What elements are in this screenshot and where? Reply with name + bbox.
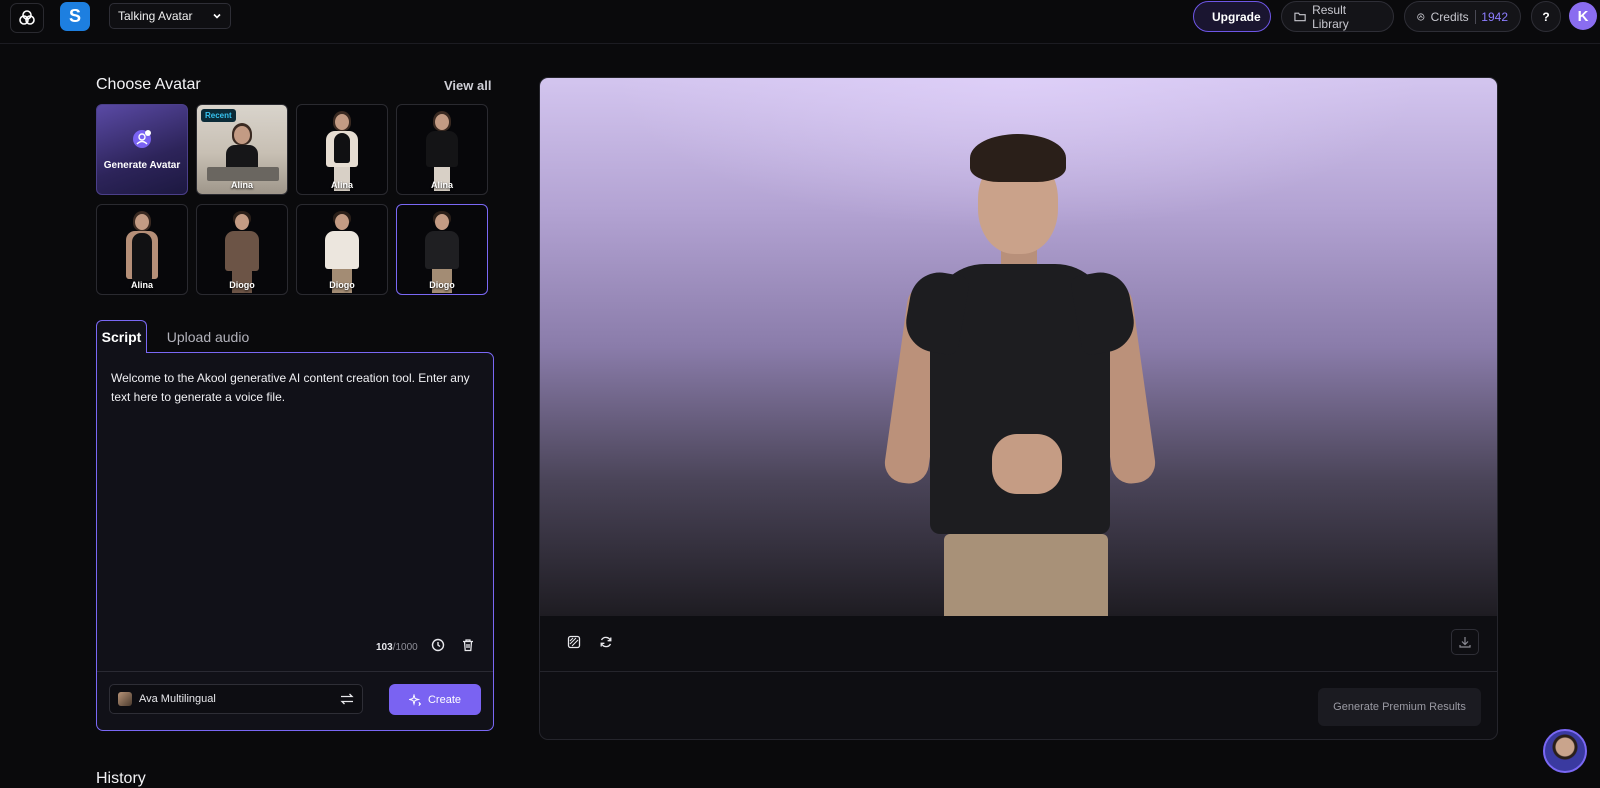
recent-badge: Recent [201,109,236,122]
app-letter: S [68,6,81,26]
view-all-link[interactable]: View all [444,78,491,93]
user-avatar[interactable]: K [1569,2,1597,30]
avatar-name: Diogo [329,280,355,290]
credits-divider [1474,9,1476,24]
tab-script[interactable]: Script [96,320,147,353]
folder-icon [1294,12,1306,22]
character-count: 103 [376,642,393,653]
preview-controls [540,616,1497,672]
avatar-name: Alina [230,180,253,190]
avatar-tile-selected[interactable]: Diogo [396,204,488,295]
download-button[interactable] [1451,629,1479,655]
refresh-icon[interactable] [596,632,616,652]
help-label: ? [1542,9,1550,24]
tool-select[interactable]: Talking Avatar [109,3,231,29]
avatar-tile[interactable]: Alina [96,204,188,295]
avatar-name: Alina [430,180,453,190]
avatar-name: Diogo [429,280,455,290]
avatar-tile[interactable]: Alina [396,104,488,195]
credits-label: Credits [1430,9,1469,24]
trash-icon[interactable] [461,638,475,657]
avatar-name: Diogo [229,280,255,290]
download-icon [1459,637,1471,648]
floating-assistant-avatar[interactable] [1543,729,1587,773]
top-bar: S Talking Avatar Upgrade Result Library … [0,0,1600,44]
history-title: History [96,770,146,787]
preview-card: Generate Premium Results [539,77,1498,740]
divider [97,671,493,672]
sparkle-icon [408,693,421,706]
script-panel: Welcome to the Akool generative AI conte… [96,352,494,731]
choose-avatar-title: Choose Avatar [96,76,201,93]
avatar-preview [540,78,1497,616]
avatar-tile[interactable]: Alina [296,104,388,195]
result-library-label: Result Library [1312,2,1349,31]
create-label: Create [427,693,462,706]
help-button[interactable]: ? [1531,1,1561,32]
akool-logo-icon[interactable] [10,3,44,33]
avatar-name: Alina [130,280,153,290]
credits-icon [1417,12,1425,21]
avatar-tile[interactable]: Recent Alina [196,104,288,195]
swap-icon [340,693,354,705]
app-switcher-button[interactable]: S [60,2,90,31]
avatar-tile[interactable]: Diogo [196,204,288,295]
user-initial: K [1577,7,1589,25]
chevron-down-icon [213,13,221,19]
generate-avatar-tile[interactable]: Generate Avatar [96,104,188,195]
character-counter: 103/1000 [376,642,418,653]
script-textarea[interactable]: Welcome to the Akool generative AI conte… [111,369,481,407]
history-clock-icon[interactable] [431,638,445,657]
tab-upload-audio[interactable]: Upload audio [162,320,254,353]
credits-value: 1942 [1481,9,1508,24]
upgrade-label: Upgrade [1212,9,1261,24]
character-max: /1000 [392,642,418,653]
credits-button[interactable]: Credits 1942 [1404,1,1521,32]
upgrade-button[interactable]: Upgrade [1193,1,1271,32]
result-library-button[interactable]: Result Library [1281,1,1394,32]
voice-name: Ava Multilingual [139,693,216,705]
generate-avatar-label: Generate Avatar [103,160,181,171]
tool-select-value: Talking Avatar [118,9,193,23]
create-button[interactable]: Create [389,684,481,715]
avatar-name: Alina [330,180,353,190]
voice-avatar [118,692,132,706]
voice-select[interactable]: Ava Multilingual [109,684,363,714]
avatar-tile[interactable]: Diogo [296,204,388,295]
background-icon[interactable] [564,632,584,652]
user-plus-icon [133,130,151,148]
generate-premium-button[interactable]: Generate Premium Results [1318,688,1481,726]
avatar-person [882,134,1160,616]
